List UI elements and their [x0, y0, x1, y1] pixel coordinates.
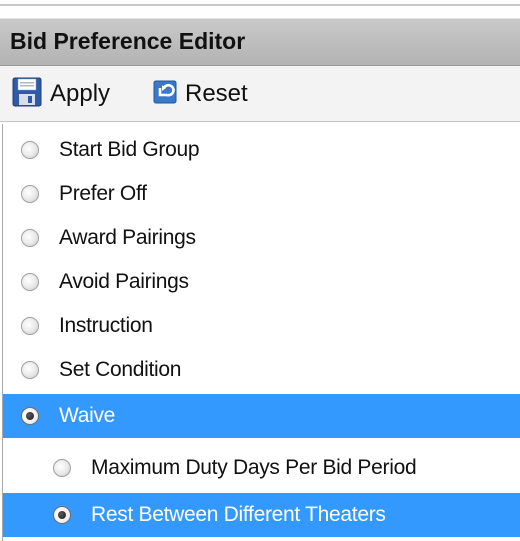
preference-label: Instruction	[59, 314, 153, 337]
preference-label: Avoid Pairings	[59, 270, 189, 293]
preference-label: Start Bid Group	[59, 138, 200, 161]
apply-label: Apply	[50, 80, 111, 107]
preference-item-instruction[interactable]: Instruction	[3, 304, 520, 348]
save-icon	[12, 77, 42, 112]
radio-button[interactable]	[21, 229, 39, 247]
radio-button[interactable]	[21, 361, 39, 379]
reset-button[interactable]: Reset	[153, 78, 248, 110]
preference-item-maximum-duty-days[interactable]: Maximum Duty Days Per Bid Period	[3, 446, 520, 490]
radio-button[interactable]	[53, 459, 71, 477]
radio-button[interactable]	[53, 506, 71, 524]
radio-button[interactable]	[21, 185, 39, 203]
preference-label: Waive	[59, 404, 116, 427]
preference-list: Start Bid Group Prefer Off Award Pairing…	[2, 124, 520, 541]
preference-item-start-bid-group[interactable]: Start Bid Group	[3, 128, 520, 172]
reset-label: Reset	[185, 80, 248, 107]
window-top-border	[0, 0, 520, 8]
preference-item-avoid-pairings[interactable]: Avoid Pairings	[3, 260, 520, 304]
preference-item-set-condition[interactable]: Set Condition	[3, 348, 520, 392]
preference-label: Maximum Duty Days Per Bid Period	[91, 456, 417, 479]
panel-header: Bid Preference Editor	[0, 18, 520, 66]
preference-label: Prefer Off	[59, 182, 147, 205]
reset-icon	[153, 80, 177, 109]
radio-button[interactable]	[21, 141, 39, 159]
radio-button[interactable]	[21, 273, 39, 291]
radio-button[interactable]	[21, 407, 39, 425]
preference-item-award-pairings[interactable]: Award Pairings	[3, 216, 520, 260]
toolbar: Apply Reset	[0, 66, 520, 122]
preference-item-waive[interactable]: Waive	[3, 394, 520, 438]
radio-button[interactable]	[21, 317, 39, 335]
preference-item-rest-between-theaters[interactable]: Rest Between Different Theaters	[3, 493, 520, 537]
panel-title: Bid Preference Editor	[10, 28, 246, 54]
preference-label: Set Condition	[59, 358, 182, 381]
preference-label: Award Pairings	[59, 226, 196, 249]
apply-button[interactable]: Apply	[12, 77, 111, 112]
preference-item-prefer-off[interactable]: Prefer Off	[3, 172, 520, 216]
preference-label: Rest Between Different Theaters	[91, 503, 386, 526]
